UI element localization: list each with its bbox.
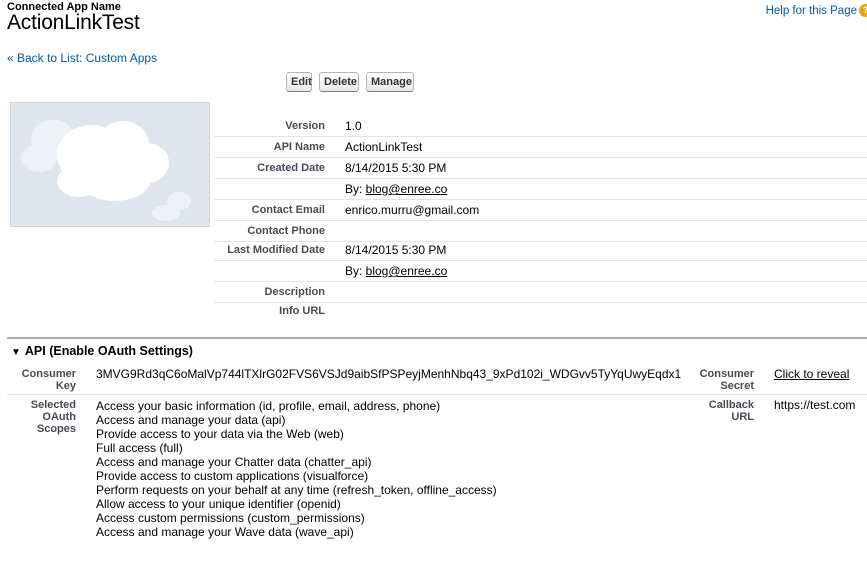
detail-value: 8/14/2015 5:30 PM [345,161,447,175]
consumer-key-label: Consumer Key [21,368,76,392]
by-prefix: By: [345,182,366,196]
detail-value: 8/14/2015 5:30 PM [345,243,447,257]
section-divider [7,337,867,339]
detail-row-description: Description [214,282,867,303]
detail-row-info-url: Info URL [214,301,867,322]
cloud-icon [21,120,191,221]
modified-by-user-link[interactable]: blog@enree.co [366,264,448,278]
detail-label: Contact Email [251,204,325,216]
created-by-user-link[interactable]: blog@enree.co [366,182,448,196]
edit-button[interactable]: Edit [286,72,312,92]
selected-oauth-scopes-label: Selected OAuth Scopes [30,399,76,435]
row-divider [7,394,867,395]
consumer-secret-label: Consumer Secret [699,368,754,392]
help-for-this-page-link[interactable]: Help for this Page [766,5,857,17]
detail-row-created-date: Created Date 8/14/2015 5:30 PM [214,158,867,179]
manage-button[interactable]: Manage [366,72,414,92]
detail-label: Created Date [257,162,325,174]
section-title: API (Enable OAuth Settings) [24,344,193,358]
app-logo-image [10,102,210,227]
detail-value: enrico.murru@gmail.com [345,203,480,217]
detail-row-modified-by: By: blog@enree.co [214,261,867,282]
list-item: Access custom permissions (custom_permis… [96,511,365,525]
page-title: ActionLinkTest [7,11,140,34]
callback-url-value: https://test.com [774,398,856,412]
oauth-section-header[interactable]: ▼ API (Enable OAuth Settings) [11,344,193,358]
list-item: Access and manage your data (api) [96,413,286,427]
list-item: Perform requests on your behalf at any t… [96,483,497,497]
detail-value: 1.0 [345,119,362,133]
detail-value: By: blog@enree.co [345,264,447,278]
detail-label: Version [285,120,325,132]
detail-label: API Name [273,141,325,153]
list-item: Provide access to custom applications (v… [96,469,369,483]
callback-url-label: Callback URL [708,399,754,423]
detail-row-version: Version 1.0 [214,116,867,137]
list-item: Access your basic information (id, profi… [96,399,441,413]
detail-label: Last Modified Date [227,244,325,256]
detail-row-contact-phone: Contact Phone [214,221,867,242]
list-item: Access and manage your Wave data (wave_a… [96,525,354,539]
click-to-reveal-link[interactable]: Click to reveal [774,367,849,381]
detail-row-contact-email: Contact Email enrico.murru@gmail.com [214,200,867,221]
list-item: Provide access to your data via the Web … [96,427,344,441]
detail-row-api-name: API Name ActionLinkTest [214,137,867,158]
by-prefix: By: [345,264,366,278]
help-icon[interactable]: ? [859,4,867,17]
consumer-key-value: 3MVG9Rd3qC6oMalVp744lTXlrG02FVS6VSJd9aib… [96,367,682,381]
detail-row-created-by: By: blog@enree.co [214,179,867,200]
list-item: Full access (full) [96,441,183,455]
oauth-scopes-list: Access your basic information (id, profi… [96,399,497,539]
triangle-down-icon[interactable]: ▼ [11,347,21,358]
detail-value: ActionLinkTest [345,140,423,154]
detail-value: By: blog@enree.co [345,182,447,196]
detail-label: Info URL [279,305,325,317]
detail-row-last-modified-date: Last Modified Date 8/14/2015 5:30 PM [214,240,867,261]
list-item: Access and manage your Chatter data (cha… [96,455,372,469]
back-to-list-link[interactable]: « Back to List: Custom Apps [7,51,157,65]
list-item: Allow access to your unique identifier (… [96,497,341,511]
detail-label: Contact Phone [247,225,325,237]
delete-button[interactable]: Delete [319,72,359,92]
detail-label: Description [264,286,325,298]
